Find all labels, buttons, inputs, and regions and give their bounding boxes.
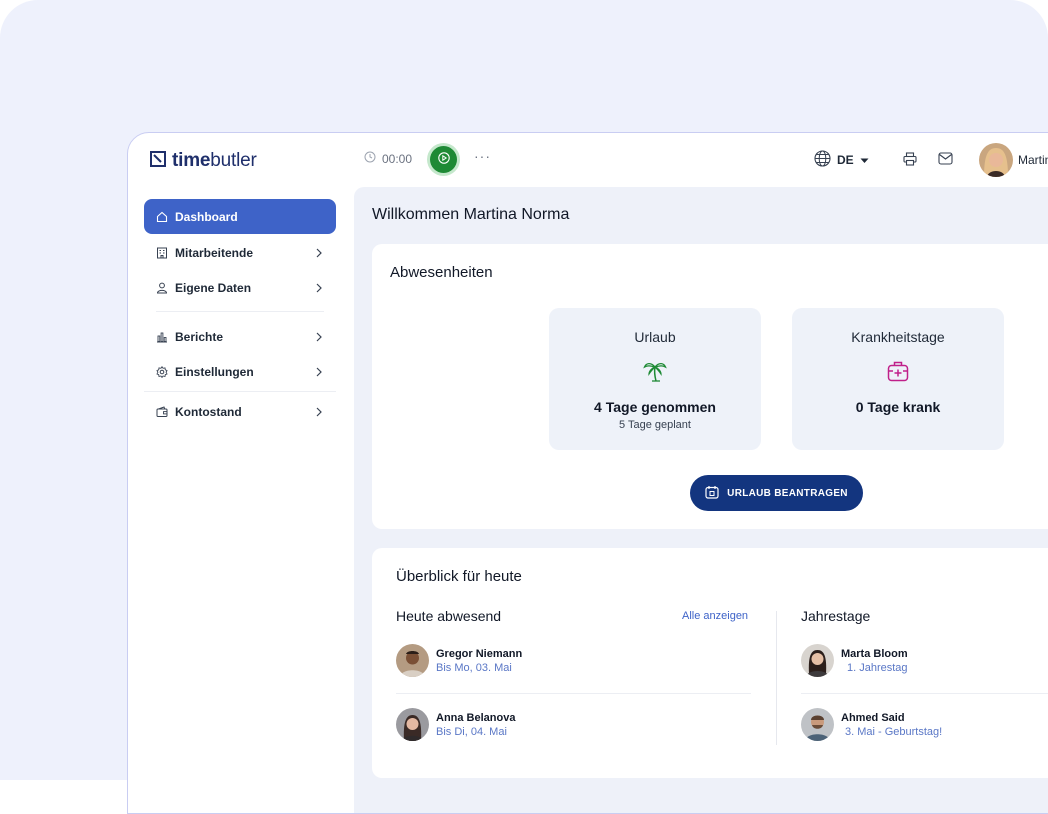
chevron-right-icon — [316, 406, 322, 420]
sick-days-label: Krankheitstage — [851, 329, 945, 345]
sidebar-item-label: Mitarbeitende — [175, 245, 254, 260]
sidebar-item-label: Einstellungen — [175, 364, 254, 379]
sidebar-divider — [144, 391, 336, 392]
avatar — [396, 708, 429, 741]
timer-display: 00:00 — [364, 151, 412, 166]
overview-card: Überblick für heute Heute abwesend Alle … — [372, 548, 1048, 778]
person-absence-until: Bis Di, 04. Mai — [436, 725, 507, 738]
anniversaries-title: Jahrestage — [801, 608, 871, 624]
mail-icon[interactable] — [938, 152, 953, 170]
list-divider — [396, 693, 751, 694]
vacation-stat[interactable]: Urlaub 4 Tage genommen 5 Tage geplant — [549, 308, 761, 450]
chevron-right-icon — [316, 247, 322, 261]
bar-chart-icon — [156, 331, 168, 343]
absences-card: Abwesenheiten Urlaub 4 Tage genommen 5 T… — [372, 244, 1048, 529]
chevron-right-icon — [316, 331, 322, 345]
sidebar-item-mitarbeitende[interactable]: Mitarbeitende — [144, 235, 336, 270]
calendar-icon — [705, 485, 719, 502]
timer-value: 00:00 — [382, 151, 413, 166]
chevron-right-icon — [316, 282, 322, 296]
person-name: Ahmed Said — [841, 711, 905, 724]
main-content: Willkommen Martina Norma Abwesenheiten U… — [354, 187, 1048, 813]
more-options-button[interactable]: ··· — [474, 148, 491, 164]
absences-title: Abwesenheiten — [390, 264, 493, 281]
sidebar-item-kontostand[interactable]: Kontostand — [144, 394, 336, 429]
logo-text: timebutler — [172, 150, 257, 171]
list-item[interactable]: Anna Belanova Bis Di, 04. Mai — [396, 708, 515, 741]
user-icon — [156, 282, 168, 294]
sidebar-item-label: Berichte — [175, 329, 224, 344]
list-divider — [801, 693, 1048, 694]
sick-days-stat[interactable]: Krankheitstage 0 Tage krank — [792, 308, 1004, 450]
list-item[interactable]: Gregor Niemann Bis Mo, 03. Mai — [396, 644, 522, 677]
vacation-label: Urlaub — [634, 329, 676, 345]
wallet-icon — [156, 405, 168, 418]
play-icon — [437, 151, 450, 169]
globe-icon — [814, 150, 831, 170]
building-icon — [156, 247, 168, 259]
sidebar-item-dashboard[interactable]: Dashboard — [144, 199, 336, 234]
top-bar: timebutler 00:00 ··· DE Marti — [128, 133, 1048, 187]
home-icon — [156, 211, 168, 223]
logo[interactable]: timebutler — [150, 150, 257, 172]
person-name: Gregor Niemann — [436, 647, 523, 660]
sidebar-item-label: Kontostand — [175, 404, 242, 419]
sidebar: Dashboard Mitarbeitende Eigene Daten Ber… — [144, 199, 336, 429]
palm-tree-icon — [643, 360, 667, 387]
avatar — [396, 644, 429, 677]
clock-icon — [364, 151, 376, 166]
language-selector[interactable]: DE — [814, 150, 869, 170]
show-all-link[interactable]: Alle anzeigen — [682, 610, 748, 622]
first-aid-kit-icon — [887, 360, 909, 387]
vacation-planned: 5 Tage geplant — [619, 419, 691, 431]
sidebar-divider — [156, 311, 324, 312]
absent-today-title: Heute abwesend — [396, 608, 502, 624]
printer-icon[interactable] — [903, 152, 917, 171]
person-anniversary: 1. Jahrestag — [847, 661, 908, 674]
sidebar-item-label: Dashboard — [175, 209, 238, 224]
sidebar-item-eigene-daten[interactable]: Eigene Daten — [144, 270, 336, 305]
request-vacation-label: URLAUB BEANTRAGEN — [727, 487, 848, 499]
request-vacation-button[interactable]: URLAUB BEANTRAGEN — [690, 475, 863, 511]
person-name: Anna Belanova — [436, 711, 516, 724]
overview-title: Überblick für heute — [396, 568, 522, 585]
sidebar-item-einstellungen[interactable]: Einstellungen — [144, 354, 336, 389]
list-item[interactable]: Marta Bloom 1. Jahrestag — [801, 644, 908, 677]
avatar — [801, 708, 834, 741]
user-avatar[interactable] — [979, 143, 1013, 177]
list-item[interactable]: Ahmed Said 3. Mai - Geburtstag! — [801, 708, 942, 741]
person-anniversary: 3. Mai - Geburtstag! — [845, 725, 943, 738]
welcome-title: Willkommen Martina Norma — [372, 206, 570, 223]
sidebar-item-berichte[interactable]: Berichte — [144, 319, 336, 354]
vacation-value: 4 Tage genommen — [594, 399, 716, 415]
logo-icon — [150, 150, 166, 172]
person-absence-until: Bis Mo, 03. Mai — [436, 661, 512, 674]
language-code: DE — [837, 153, 854, 167]
sick-days-value: 0 Tage krank — [855, 399, 941, 415]
sidebar-item-label: Eigene Daten — [175, 280, 252, 295]
column-divider — [776, 611, 777, 745]
person-name: Marta Bloom — [841, 647, 908, 660]
chevron-right-icon — [316, 366, 322, 380]
caret-down-icon — [860, 153, 869, 167]
gear-icon — [156, 365, 168, 378]
avatar — [801, 644, 834, 677]
start-timer-button[interactable] — [430, 146, 457, 173]
app-window: timebutler 00:00 ··· DE Marti Dashboard … — [127, 132, 1048, 814]
user-name[interactable]: Martina Norma — [1018, 153, 1048, 167]
